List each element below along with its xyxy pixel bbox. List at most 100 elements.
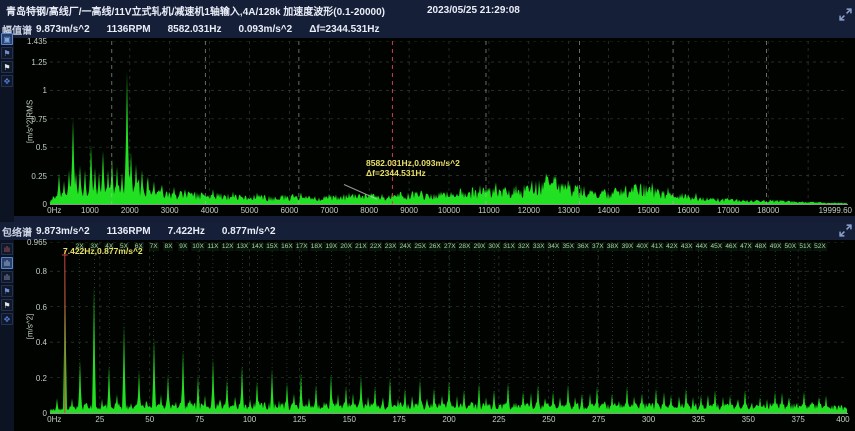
harmonic-order-label: 15X bbox=[265, 243, 279, 251]
x-tick-label: 200 bbox=[442, 415, 455, 424]
envelope-panel-label[interactable]: 包络谱 bbox=[2, 224, 32, 239]
x-tick-label: 13000 bbox=[558, 206, 580, 215]
harmonic-order-label: 10X bbox=[191, 243, 205, 251]
harmonic-order-label: 17X bbox=[295, 243, 309, 251]
harmonic-order-label: 9X bbox=[178, 243, 188, 251]
harmonic-order-label: 31X bbox=[502, 243, 516, 251]
y-tick-label: 0 bbox=[14, 409, 47, 418]
x-tick-label: 225 bbox=[492, 415, 505, 424]
harmonic-order-label: 50X bbox=[784, 243, 798, 251]
x-tick-label: 3000 bbox=[161, 206, 179, 215]
envelope-y-axis-label: [m/s^2] bbox=[26, 267, 35, 387]
harmonic-order-label: 39X bbox=[621, 243, 635, 251]
metric-value: 8582.031Hz bbox=[168, 24, 222, 35]
y-tick-label: 1.25 bbox=[14, 58, 47, 67]
harmonic-order-label: 14X bbox=[250, 243, 264, 251]
harmonic-order-label: 47X bbox=[739, 243, 753, 251]
spectrum-marker-tool-icon[interactable]: ılı bbox=[1, 243, 13, 255]
harmonic-order-label: 30X bbox=[487, 243, 501, 251]
harmonic-cursor-tool-icon[interactable]: ılı bbox=[1, 257, 13, 269]
harmonic-order-label: 7X bbox=[149, 243, 159, 251]
amplitude-spectrum-plot[interactable] bbox=[50, 41, 848, 205]
harmonic-order-label: 33X bbox=[532, 243, 546, 251]
envelope-spectrum-chart: [m/s^2] 0.9650.80.60.40.20 0Hz2550751001… bbox=[14, 240, 855, 431]
x-tick-label: 325 bbox=[692, 415, 705, 424]
harmonic-order-label: 24X bbox=[399, 243, 413, 251]
x-tick-label: 2000 bbox=[121, 206, 139, 215]
amplitude-x-tick-labels: 0Hz1000200030004000500060007000800090001… bbox=[50, 206, 848, 218]
harmonic-order-label: 37X bbox=[591, 243, 605, 251]
harmonic-order-label: 12X bbox=[221, 243, 235, 251]
x-tick-label: 9000 bbox=[400, 206, 418, 215]
vibration-analyzer-window: 青岛特钢/高线厂/一高线/11V立式轧机/减速机1轴输入,4A/128k 加速度… bbox=[0, 0, 855, 431]
y-tick-label: 0 bbox=[14, 200, 47, 209]
x-tick-label: 375 bbox=[791, 415, 804, 424]
x-tick-label: 15000 bbox=[637, 206, 659, 215]
envelope-spectrum-plot[interactable] bbox=[50, 242, 848, 414]
x-tick-label: 250 bbox=[542, 415, 555, 424]
harmonic-order-label: 29X bbox=[473, 243, 487, 251]
x-tick-label: 7000 bbox=[320, 206, 338, 215]
expand-icon[interactable] bbox=[838, 224, 853, 239]
expand-arrows-icon bbox=[839, 224, 852, 237]
pan-tool-icon[interactable]: ✥ bbox=[1, 75, 13, 87]
x-tick-label: 19999.60 bbox=[819, 206, 852, 215]
measurement-path-title: 青岛特钢/高线厂/一高线/11V立式轧机/减速机1轴输入,4A/128k 加速度… bbox=[6, 3, 385, 18]
x-tick-label: 275 bbox=[592, 415, 605, 424]
harmonic-order-label: 45X bbox=[710, 243, 724, 251]
harmonic-order-label: 28X bbox=[458, 243, 472, 251]
x-tick-label: 150 bbox=[343, 415, 356, 424]
marker-flag-tool-icon[interactable]: ⚑ bbox=[1, 299, 13, 311]
envelope-panel-header: 包络谱 9.873m/s^21136RPM7.422Hz0.877m/s^2 bbox=[0, 222, 855, 240]
harmonic-order-label: 27X bbox=[443, 243, 457, 251]
pan-tool-icon[interactable]: ✥ bbox=[1, 313, 13, 325]
harmonic-order-label: 40X bbox=[635, 243, 649, 251]
x-tick-label: 25 bbox=[95, 415, 104, 424]
harmonic-order-label: 11X bbox=[206, 243, 219, 251]
x-tick-label: 400 bbox=[836, 415, 849, 424]
sideband-cursor-tool-icon[interactable]: ılı bbox=[1, 271, 13, 283]
harmonic-order-label: 49X bbox=[769, 243, 783, 251]
flag-tool-icon[interactable]: ⚑ bbox=[1, 47, 13, 59]
metric-value: 7.422Hz bbox=[168, 226, 205, 237]
y-tick-label: 0.8 bbox=[14, 267, 47, 276]
zoom-select-tool-icon[interactable]: ▣ bbox=[1, 33, 13, 45]
x-tick-label: 10000 bbox=[438, 206, 460, 215]
x-tick-label: 12000 bbox=[518, 206, 540, 215]
x-tick-label: 175 bbox=[392, 415, 405, 424]
harmonic-order-label: 52X bbox=[813, 243, 827, 251]
marker-flag-tool-icon[interactable]: ⚑ bbox=[1, 61, 13, 73]
flag-tool-icon[interactable]: ⚑ bbox=[1, 285, 13, 297]
harmonic-order-label: 36X bbox=[576, 243, 590, 251]
harmonic-order-label: 25X bbox=[413, 243, 427, 251]
harmonic-order-label: 13X bbox=[236, 243, 250, 251]
metric-value: Δf=2344.531Hz bbox=[309, 24, 379, 35]
expand-icon[interactable] bbox=[838, 8, 853, 23]
harmonic-order-label: 42X bbox=[665, 243, 679, 251]
harmonic-order-label: 32X bbox=[517, 243, 531, 251]
harmonic-order-label: 8X bbox=[163, 243, 173, 251]
harmonic-order-label: 51X bbox=[798, 243, 812, 251]
x-tick-label: 16000 bbox=[677, 206, 699, 215]
harmonic-order-label: 46X bbox=[724, 243, 738, 251]
cursor-readout: 8582.031Hz,0.093m/s^2 bbox=[366, 158, 460, 168]
x-tick-label: 300 bbox=[642, 415, 655, 424]
harmonic-order-label: 48X bbox=[754, 243, 768, 251]
envelope-x-tick-labels: 0Hz2550751001251501752002252502753003253… bbox=[50, 415, 848, 427]
delta-f-readout: Δf=2344.531Hz bbox=[366, 168, 460, 178]
harmonic-order-label: 35X bbox=[561, 243, 575, 251]
envelope-cursor-annotation: 7.422Hz,0.877m/s^2 bbox=[63, 246, 143, 256]
harmonic-order-label: 16X bbox=[280, 243, 294, 251]
y-tick-label: 0.75 bbox=[14, 115, 47, 124]
harmonic-order-label: 38X bbox=[606, 243, 620, 251]
harmonic-order-label: 34X bbox=[547, 243, 561, 251]
y-tick-label: 0.6 bbox=[14, 303, 47, 312]
metric-value: 9.873m/s^2 bbox=[36, 226, 90, 237]
x-tick-label: 4000 bbox=[201, 206, 219, 215]
y-tick-label: 0.5 bbox=[14, 143, 47, 152]
x-tick-label: 6000 bbox=[280, 206, 298, 215]
y-tick-label: 1.435 bbox=[14, 37, 47, 46]
x-tick-label: 50 bbox=[145, 415, 154, 424]
harmonic-order-label: 21X bbox=[354, 243, 368, 251]
x-tick-label: 17000 bbox=[717, 206, 739, 215]
